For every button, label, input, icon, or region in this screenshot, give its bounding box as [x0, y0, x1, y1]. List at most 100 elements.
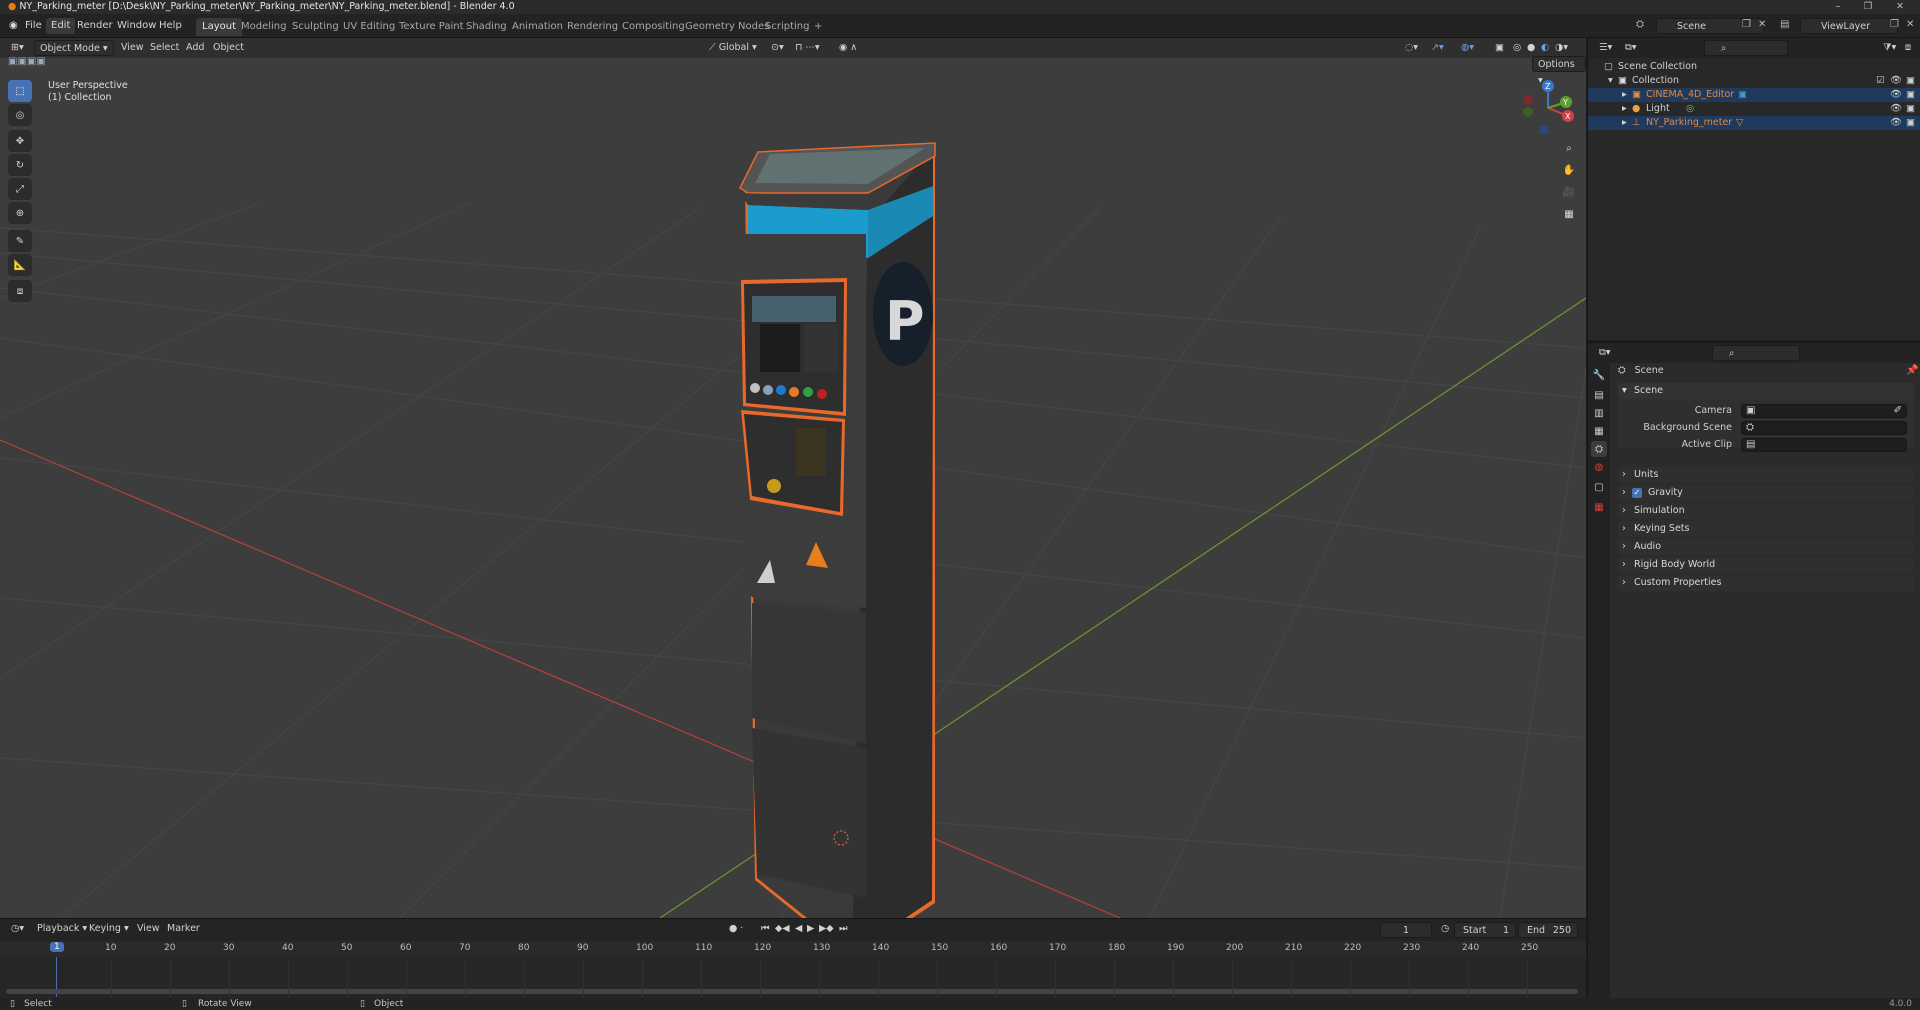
jump-end-icon[interactable]: ⏭	[834, 921, 853, 937]
render-camera-icon[interactable]: ▣	[1906, 88, 1915, 102]
end-frame-field[interactable]: End 250	[1518, 922, 1578, 938]
gizmo-toggle-icon[interactable]: ↗▾	[1426, 40, 1449, 56]
tool-tab-icon[interactable]: 🔧	[1591, 367, 1607, 383]
outliner-row-scene-collection[interactable]: ▢ Scene Collection	[1588, 60, 1920, 74]
render-tab-icon[interactable]: ▤	[1591, 387, 1607, 403]
menu-edit[interactable]: Edit	[46, 18, 76, 34]
properties-editor[interactable]: ⧉▾ ⌕ 🔧 ▤ ▥ ▦ ⛭ ◍ ▢ ▦ ⛭ Scene 📌 ▾ Scene C…	[1587, 342, 1920, 999]
minimize-icon[interactable]: –	[1826, 0, 1850, 14]
perspective-grid-icon[interactable]: ▦	[1558, 204, 1580, 224]
gravity-checkbox[interactable]: ✓	[1632, 488, 1642, 498]
render-camera-icon[interactable]: ▣	[1906, 116, 1915, 130]
visibility-eye-icon[interactable]: 👁	[1890, 88, 1902, 102]
timeline-menu-marker[interactable]: Marker	[162, 921, 205, 937]
add-cube-tool[interactable]: ⧈	[8, 280, 32, 302]
audio-panel[interactable]: › Audio	[1618, 539, 1914, 555]
parking-meter-object[interactable]: P	[739, 142, 936, 918]
record-button[interactable]: ● ·	[724, 921, 748, 937]
editor-type-icon[interactable]: ⊞▾	[6, 40, 29, 56]
proportional-edit-icon[interactable]: ◉ ∧	[834, 40, 862, 56]
new-collection-icon[interactable]: ⧈	[1900, 40, 1916, 56]
menu-render[interactable]: Render	[72, 18, 118, 34]
options-button[interactable]: Options ▾	[1532, 56, 1586, 86]
visibility-eye-icon[interactable]: 👁	[1890, 102, 1902, 116]
camera-field[interactable]: ▣ ✐	[1741, 404, 1907, 418]
remove-view-layer-icon[interactable]: ✕	[1906, 19, 1914, 30]
remove-scene-icon[interactable]: ✕	[1758, 19, 1766, 30]
viewport-menu-select[interactable]: Select	[145, 40, 184, 56]
tab-rendering[interactable]: Rendering	[561, 18, 624, 36]
timeline-editor-type-icon[interactable]: ◷▾	[6, 921, 29, 937]
pin-icon[interactable]: 📌	[1906, 365, 1918, 376]
exclude-checkbox[interactable]: ☑	[1876, 74, 1885, 88]
select-mode-buttons[interactable]: ▣▣▣▣	[8, 56, 46, 67]
add-workspace-button[interactable]: +	[808, 18, 828, 36]
world-tab-icon[interactable]: ◍	[1591, 459, 1607, 475]
timeline-menu-keying[interactable]: Keying ▾	[84, 921, 134, 937]
tab-sculpting[interactable]: Sculpting	[286, 18, 345, 36]
restore-icon[interactable]: ❐	[1856, 0, 1880, 14]
overlays-toggle-icon[interactable]: ◍▾	[1456, 40, 1479, 56]
annotate-tool[interactable]: ✎	[8, 230, 32, 252]
transform-tool[interactable]: ⊕	[8, 202, 32, 224]
scene-selector-icon[interactable]: ⛭	[1636, 19, 1644, 30]
timeline-scrollbar[interactable]	[6, 989, 1578, 994]
pan-hand-icon[interactable]: ✋	[1558, 160, 1580, 180]
move-tool[interactable]: ✥	[8, 130, 32, 152]
render-camera-icon[interactable]: ▣	[1906, 102, 1915, 116]
rotate-tool[interactable]: ↻	[8, 154, 32, 176]
view-layer-tab-icon[interactable]: ▦	[1591, 423, 1607, 439]
viewport-menu-view[interactable]: View	[116, 40, 149, 56]
filter-icon[interactable]: ⧩▾	[1878, 40, 1901, 56]
outliner-row-ny-parking-meter[interactable]: ▸ ⊥ NY_Parking_meter ▽ 👁 ▣	[1588, 116, 1920, 130]
view-layer-field[interactable]: ViewLayer	[1800, 18, 1898, 34]
scale-tool[interactable]: ⤢	[8, 178, 32, 200]
frame-ruler[interactable]: 10 20 30 40 50 60 70 80 90 100 110 120 130 140 150 160 1…	[0, 941, 1586, 957]
active-clip-field[interactable]: ▤	[1741, 438, 1907, 452]
tab-animation[interactable]: Animation	[506, 18, 569, 36]
object-mode-dropdown[interactable]: Object Mode ▾	[34, 40, 114, 56]
outliner-row-collection[interactable]: ▾ ▣ Collection ☑ 👁 ▣	[1588, 74, 1920, 88]
keying-sets-panel[interactable]: › Keying Sets	[1618, 521, 1914, 537]
outliner-row-cinema4d-editor[interactable]: ▸ ▣ CINEMA_4D_Editor ▣ 👁 ▣	[1588, 88, 1920, 102]
gravity-panel[interactable]: › ✓ Gravity	[1618, 485, 1914, 501]
measure-tool[interactable]: 📐	[8, 254, 32, 276]
tab-shading[interactable]: Shading	[460, 18, 513, 36]
transform-orientation-dropdown[interactable]: ⟋ Global ▾	[704, 40, 762, 56]
visibility-eye-icon[interactable]: 👁	[1890, 116, 1902, 130]
output-tab-icon[interactable]: ▥	[1591, 405, 1607, 421]
custom-properties-panel[interactable]: › Custom Properties	[1618, 575, 1914, 591]
3d-viewport[interactable]: P ⊞▾ Object Mode ▾ View Select Add Objec…	[0, 38, 1586, 918]
outliner-editor-type-icon[interactable]: ☰▾	[1594, 40, 1617, 56]
scene-panel-header[interactable]: ▾ Scene	[1618, 383, 1914, 399]
view-layer-icon[interactable]: ▤	[1780, 19, 1789, 30]
xray-icon[interactable]: ▣	[1490, 40, 1509, 56]
pivot-icon[interactable]: ⊙▾	[766, 40, 789, 56]
tab-texture-paint[interactable]: Texture Paint	[393, 18, 470, 36]
simulation-panel[interactable]: › Simulation	[1618, 503, 1914, 519]
start-frame-field[interactable]: Start 1	[1454, 922, 1516, 938]
tab-uv-editing[interactable]: UV Editing	[337, 18, 401, 36]
new-scene-icon[interactable]: ❐	[1742, 19, 1751, 30]
close-icon[interactable]: ✕	[1888, 0, 1912, 14]
rendered-shading-icon[interactable]: ◑▾	[1550, 40, 1573, 56]
timeline-menu-view[interactable]: View	[132, 921, 165, 937]
preview-range-icon[interactable]: ◷	[1436, 921, 1454, 937]
navigation-gizmo[interactable]: Z X Y	[1518, 78, 1578, 138]
properties-search-input[interactable]: ⌕	[1712, 345, 1800, 361]
visibility-icon[interactable]: ◌▾	[1400, 40, 1423, 56]
zoom-icon[interactable]: ⌕	[1558, 138, 1580, 158]
rigid-body-world-panel[interactable]: › Rigid Body World	[1618, 557, 1914, 573]
outliner-row-light[interactable]: ▸ ● Light ◎ 👁 ▣	[1588, 102, 1920, 116]
outliner-search-input[interactable]: ⌕	[1704, 40, 1788, 56]
menu-help[interactable]: Help	[154, 18, 187, 34]
playhead-indicator[interactable]: 1	[50, 942, 64, 952]
tab-scripting[interactable]: Scripting	[759, 18, 815, 36]
properties-editor-type-icon[interactable]: ⧉▾	[1594, 345, 1616, 361]
viewport-menu-add[interactable]: Add	[181, 40, 209, 56]
menu-file[interactable]: File	[20, 18, 47, 34]
select-box-tool[interactable]: ⬚	[8, 80, 32, 102]
current-frame-field[interactable]: 1	[1380, 922, 1432, 938]
new-view-layer-icon[interactable]: ❐	[1890, 19, 1899, 30]
collection-tab-icon[interactable]: ▢	[1591, 479, 1607, 495]
